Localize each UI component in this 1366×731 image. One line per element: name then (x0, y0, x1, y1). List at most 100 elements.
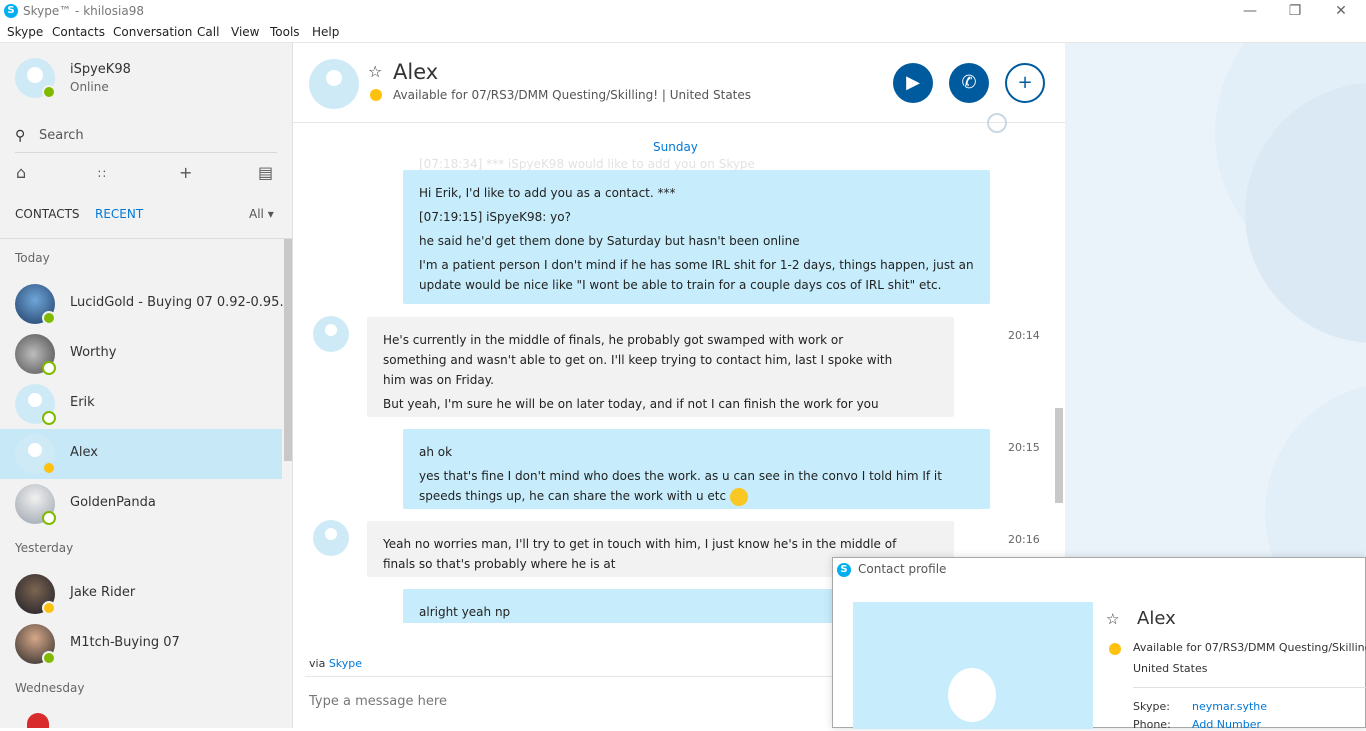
star-icon[interactable]: ☆ (368, 62, 382, 81)
contact-row[interactable]: M1tch-Buying 07 (0, 619, 282, 669)
avatar (15, 334, 56, 375)
avatar (15, 434, 56, 475)
day-separator: Sunday (653, 140, 698, 154)
chat-scrollbar[interactable] (1055, 408, 1063, 503)
filter-dropdown[interactable]: All ▾ (249, 207, 274, 221)
contact-name[interactable]: Alex (393, 60, 438, 84)
contact-profile-window[interactable]: S Contact profile ☆ Alex Available for 0… (832, 557, 1366, 731)
restore-button[interactable]: ❐ (1272, 2, 1318, 20)
add-person-icon: + (1017, 72, 1033, 93)
faded-message: [07:18:34] *** iSpyeK98 would like to ad… (419, 157, 755, 171)
smiley-emoji-icon (729, 487, 748, 506)
search-icon: ⚲ (15, 128, 26, 144)
tab-contacts[interactable]: CONTACTS (15, 207, 80, 221)
menu-call[interactable]: Call (197, 25, 219, 39)
avatar (15, 624, 56, 665)
via-label: via Skype (309, 657, 362, 670)
skype-label: Skype: (1133, 700, 1170, 713)
sidebar: iSpyeK98 Online ⚲ Search ⌂ ∷ + ▤ CONTACT… (0, 43, 293, 728)
popup-title: Contact profile (858, 562, 947, 576)
sender-avatar[interactable] (313, 520, 349, 556)
contact-name: GoldenPanda (70, 495, 156, 510)
globe-icon[interactable] (987, 113, 1007, 133)
offline-status-icon (42, 511, 56, 525)
minimize-button[interactable]: — (1227, 2, 1273, 20)
away-status-icon (42, 461, 56, 475)
menu-view[interactable]: View (231, 25, 259, 39)
menu-conversation[interactable]: Conversation (113, 25, 192, 39)
menu-help[interactable]: Help (312, 25, 339, 39)
profile-photo (853, 602, 1093, 729)
avatar (15, 484, 56, 525)
message-line: he said he'd get them done by Saturday b… (419, 234, 800, 248)
phone-icon: ✆ (961, 72, 977, 93)
avatar (15, 384, 56, 425)
add-participant-button[interactable]: + (1005, 63, 1045, 103)
profile-name[interactable]: iSpyeK98 (70, 62, 131, 77)
filter-label: All (249, 207, 264, 221)
contact-name: Worthy (70, 345, 117, 360)
menu-bar: Skype Contacts Conversation Call View To… (0, 22, 1366, 43)
message-input[interactable]: Type a message here (309, 694, 447, 709)
profile-avatar[interactable] (15, 58, 56, 99)
skype-logo-icon: S (4, 4, 18, 18)
video-call-button[interactable]: ▶ (893, 63, 933, 103)
title-bar: S Skype™ - khilosia98 — ❐ ✕ (0, 0, 1366, 22)
sidebar-scrollbar[interactable] (284, 239, 292, 461)
contact-row[interactable]: GoldenPanda (0, 479, 282, 529)
sender-avatar[interactable] (313, 316, 349, 352)
away-status-icon (42, 601, 56, 615)
contact-row-selected[interactable]: Alex (0, 429, 282, 479)
contact-row[interactable]: Worthy (0, 329, 282, 379)
away-clock-icon (370, 89, 382, 101)
message-line: Hi Erik, I'd like to add you as a contac… (419, 186, 676, 200)
chevron-down-icon: ▾ (267, 207, 274, 221)
window-title: Skype™ - khilosia98 (23, 4, 144, 18)
home-icon[interactable]: ⌂ (16, 163, 26, 182)
via-skype-link[interactable]: Skype (329, 657, 362, 670)
contact-avatar[interactable] (309, 59, 359, 109)
contact-row[interactable]: Jake Rider (0, 569, 282, 619)
add-number-link[interactable]: Add Number (1192, 718, 1261, 731)
dialpad-icon[interactable]: ∷ (98, 167, 106, 181)
contact-name: LucidGold - Buying 07 0.92-0.95... (70, 295, 292, 310)
contacts-book-icon[interactable]: ▤ (258, 163, 273, 182)
message-bubble-incoming[interactable]: He's currently in the middle of finals, … (367, 317, 954, 417)
message-time: 20:16 (1008, 533, 1040, 546)
message-line: yes that's fine I don't mind who does th… (419, 469, 942, 503)
search-input[interactable]: Search (39, 128, 84, 143)
video-camera-icon: ▶ (906, 72, 920, 93)
online-status-icon (42, 311, 56, 325)
menu-tools[interactable]: Tools (270, 25, 300, 39)
close-button[interactable]: ✕ (1318, 2, 1364, 20)
message-line: But yeah, I'm sure he will be on later t… (383, 397, 879, 411)
search-box[interactable]: ⚲ Search (15, 125, 277, 153)
online-status-icon (42, 651, 56, 665)
message-bubble-outgoing[interactable]: Hi Erik, I'd like to add you as a contac… (403, 170, 990, 304)
skype-id-link[interactable]: neymar.sythe (1192, 700, 1267, 713)
message-line: He's currently in the middle of finals, … (383, 333, 893, 387)
menu-skype[interactable]: Skype (7, 25, 43, 39)
tab-recent[interactable]: RECENT (95, 207, 143, 221)
avatar (15, 284, 56, 325)
audio-call-button[interactable]: ✆ (949, 63, 989, 103)
contact-row[interactable]: LucidGold - Buying 07 0.92-0.95... (0, 279, 292, 329)
tabs-divider (0, 238, 293, 239)
popup-divider (1133, 687, 1366, 688)
add-icon[interactable]: + (179, 163, 192, 182)
phone-label: Phone: (1133, 718, 1171, 731)
via-prefix: via (309, 657, 326, 670)
menu-contacts[interactable]: Contacts (52, 25, 105, 39)
star-icon[interactable]: ☆ (1106, 610, 1119, 628)
message-line: I'm a patient person I don't mind if he … (419, 258, 974, 292)
contact-row[interactable]: Erik (0, 379, 282, 429)
message-bubble-outgoing[interactable]: ah ok yes that's fine I don't mind who d… (403, 429, 990, 509)
contact-name: M1tch-Buying 07 (70, 635, 180, 650)
section-today: Today (15, 251, 50, 265)
message-line: ah ok (419, 445, 453, 459)
contact-name: Erik (70, 395, 95, 410)
avatar[interactable] (27, 713, 49, 728)
conversation-history: [07:18:34] *** iSpyeK98 would like to ad… (293, 123, 1065, 623)
profile-status[interactable]: Online (70, 80, 109, 94)
skype-logo-icon: S (837, 563, 851, 577)
